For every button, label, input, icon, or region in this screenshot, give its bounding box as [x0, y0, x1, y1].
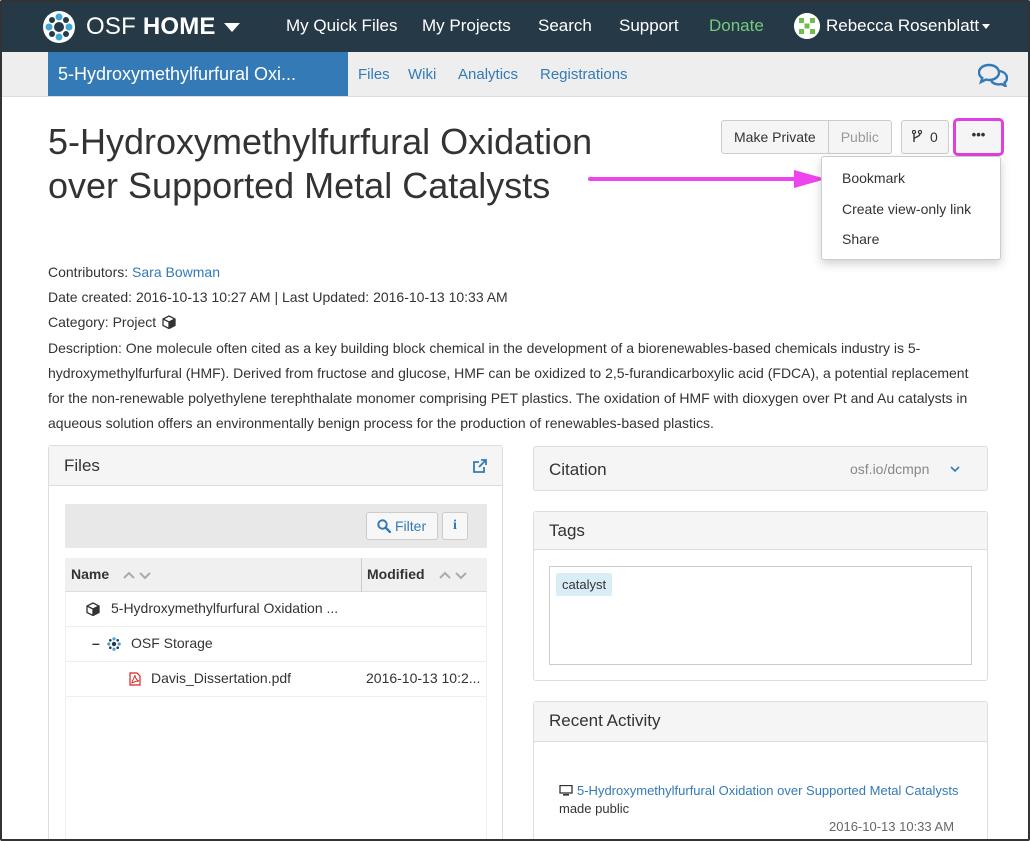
tags-input[interactable]: catalyst: [549, 566, 972, 665]
fork-button[interactable]: 0: [901, 120, 949, 154]
avatar: [794, 13, 820, 39]
caret-down-icon: [982, 23, 991, 29]
tab-registrations[interactable]: Registrations: [540, 66, 628, 83]
activity-panel-header: Recent Activity: [534, 702, 987, 742]
project-cube-icon: [86, 602, 100, 616]
files-panel-header: Files: [49, 446, 502, 486]
contributor-link[interactable]: Sara Bowman: [132, 264, 220, 280]
comments-icon[interactable]: [978, 63, 1008, 87]
nav-search[interactable]: Search: [538, 16, 592, 36]
nav-donate[interactable]: Donate: [709, 16, 764, 36]
top-navbar: OSF HOME My Quick Files My Projects Sear…: [2, 2, 1028, 52]
chevron-down-icon: [950, 466, 960, 473]
cube-icon: [162, 315, 176, 330]
activity-project-link[interactable]: 5-Hydroxymethylfurfural Oxidation over S…: [577, 783, 959, 798]
project-dates: Date created: 2016-10-13 10:27 AM | Last…: [48, 289, 508, 305]
files-panel-title: Files: [64, 456, 100, 475]
desktop-icon: [559, 785, 573, 796]
contributors: Contributors: Sara Bowman: [48, 264, 220, 280]
info-button[interactable]: i: [442, 512, 468, 540]
citation-panel[interactable]: Citation osf.io/dcmpn: [533, 446, 988, 491]
citation-link: osf.io/dcmpn: [850, 461, 930, 477]
sort-arrows-icon[interactable]: [439, 570, 469, 580]
activity-divider: [549, 839, 972, 840]
activity-entry: 5-Hydroxymethylfurfural Oxidation over S…: [559, 782, 959, 818]
row-name: 5-Hydroxymethylfurfural Oxidation ...: [111, 600, 339, 616]
filter-button[interactable]: Filter: [366, 512, 438, 540]
file-browser-rows: 5-Hydroxymethylfurfural Oxidation ... – …: [65, 592, 487, 839]
more-options-dropdown: Bookmark Create view-only link Share: [821, 156, 1001, 260]
osf-home-menu[interactable]: OSF HOME: [42, 10, 240, 44]
category-text: Category: Project: [48, 314, 157, 330]
collapse-toggle-icon[interactable]: –: [92, 635, 100, 651]
contributors-label: Contributors:: [48, 264, 129, 280]
tab-wiki[interactable]: Wiki: [408, 66, 436, 83]
project-subnav: 5-Hydroxymethylfurfural Oxi... Files Wik…: [2, 52, 1028, 97]
column-divider[interactable]: [361, 558, 362, 592]
annotation-arrow-icon: [588, 170, 826, 188]
sort-arrows-icon[interactable]: [123, 570, 153, 580]
osf-logo-icon: [43, 11, 75, 43]
filter-label: Filter: [395, 518, 427, 534]
row-modified: 2016-10-13 10:2...: [366, 670, 481, 686]
pdf-file-icon: [129, 672, 141, 686]
fork-count: 0: [930, 129, 938, 145]
column-modified-header[interactable]: Modified: [367, 566, 425, 582]
column-name-header[interactable]: Name: [71, 566, 109, 582]
tags-panel-header: Tags: [534, 512, 987, 550]
row-name: OSF Storage: [131, 635, 213, 651]
privacy-button-group: Make Private Public: [721, 120, 892, 154]
recent-activity-panel: Recent Activity 5-Hydroxymethylfurfural …: [533, 701, 988, 840]
project-description: Description: One molecule often cited as…: [48, 340, 969, 431]
citation-title: Citation: [549, 460, 607, 479]
tag-chip[interactable]: catalyst: [556, 573, 613, 596]
search-icon: [377, 519, 391, 533]
tab-files[interactable]: Files: [358, 66, 390, 83]
app-window: OSF HOME My Quick Files My Projects Sear…: [0, 0, 1030, 841]
brand-text: OSF HOME: [86, 13, 216, 40]
tags-panel: Tags catalyst: [533, 511, 988, 681]
table-row[interactable]: Davis_Dissertation.pdf 2016-10-13 10:2..…: [66, 662, 486, 697]
files-panel: Files Filter i Name Modified 5-Hydroxyme…: [48, 445, 503, 839]
nav-my-quick-files[interactable]: My Quick Files: [286, 16, 397, 36]
page-title: 5-Hydroxymethylfurfural Oxidation over S…: [48, 121, 593, 206]
chevron-down-icon: [223, 22, 240, 32]
project-title-tab[interactable]: 5-Hydroxymethylfurfural Oxi...: [48, 52, 348, 96]
file-browser-toolbar: Filter i: [65, 504, 487, 548]
project-category: Category: Project: [48, 314, 176, 330]
make-private-button[interactable]: Make Private: [721, 120, 829, 154]
create-view-only-link-menu-item[interactable]: Create view-only link: [842, 201, 971, 217]
file-browser-header: Name Modified: [65, 558, 487, 592]
activity-suffix: made public: [559, 801, 630, 816]
user-menu[interactable]: Rebecca Rosenblatt: [794, 13, 991, 39]
activity-panel-title: Recent Activity: [549, 711, 661, 730]
table-row[interactable]: – OSF Storage: [66, 627, 486, 662]
bookmark-menu-item[interactable]: Bookmark: [842, 170, 905, 186]
table-row[interactable]: 5-Hydroxymethylfurfural Oxidation ...: [66, 592, 486, 627]
public-button[interactable]: Public: [828, 120, 892, 154]
nav-support[interactable]: Support: [619, 16, 679, 36]
external-link-icon[interactable]: [472, 458, 488, 474]
tags-panel-title: Tags: [549, 521, 585, 540]
fork-icon: [911, 129, 923, 142]
row-name: Davis_Dissertation.pdf: [151, 670, 292, 686]
activity-timestamp: 2016-10-13 10:33 AM: [829, 819, 955, 834]
user-name: Rebecca Rosenblatt: [826, 16, 980, 35]
osf-storage-icon: [107, 637, 121, 651]
nav-my-projects[interactable]: My Projects: [422, 16, 511, 36]
tab-analytics[interactable]: Analytics: [458, 66, 518, 83]
share-menu-item[interactable]: Share: [842, 231, 879, 247]
more-options-button[interactable]: •••: [953, 118, 1004, 156]
